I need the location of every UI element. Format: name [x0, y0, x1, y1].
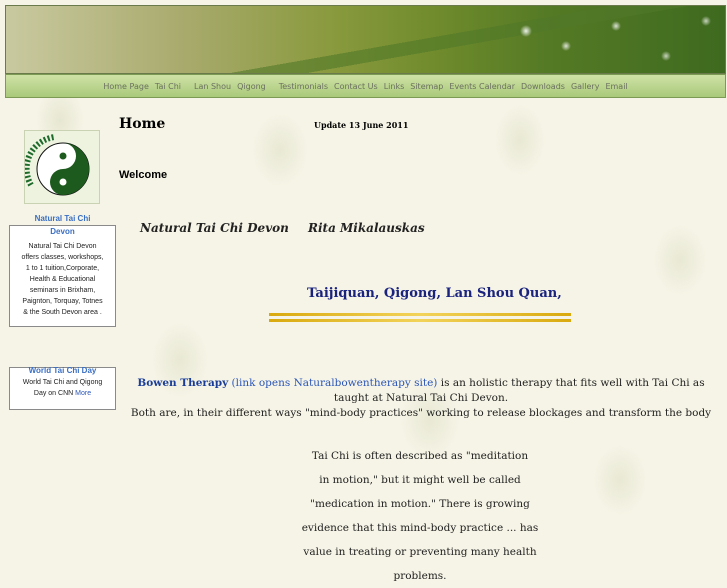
bowen-paragraph: Bowen Therapy (link opens Naturalbowenth… — [137, 377, 705, 404]
bowen-therapy-link[interactable]: Bowen Therapy — [137, 377, 228, 389]
site-logo[interactable] — [23, 130, 100, 204]
nav-home[interactable]: Home Page — [103, 82, 149, 91]
bowen-site-link[interactable]: (link opens Naturalbowentherapy site) — [232, 377, 438, 389]
update-note: Update 13 June 2011 — [314, 120, 409, 130]
nav-contact[interactable]: Contact Us — [334, 82, 378, 91]
nav-gallery[interactable]: Gallery — [571, 82, 600, 91]
world-tai-chi-day-box: World Tai Chi Day World Tai Chi and Qigo… — [9, 364, 116, 410]
ntcd-box-title[interactable]: Natural Tai Chi Devon — [10, 212, 115, 238]
author-name: Rita Mikalauskas — [308, 221, 425, 235]
wtcd-text: World Tai Chi and Qigong Day on CNN More — [22, 379, 103, 397]
nav-events[interactable]: Events Calendar — [449, 82, 515, 91]
wtcd-title[interactable]: World Tai Chi Day — [10, 364, 115, 377]
mind-body-text: Both are, in their different ways "mind-… — [130, 407, 712, 419]
nav-testimonials[interactable]: Testimonials — [279, 82, 328, 91]
nav-downloads[interactable]: Downloads — [521, 82, 565, 91]
gold-divider — [269, 313, 571, 323]
nav-links[interactable]: Links — [384, 82, 405, 91]
page-title: Home — [119, 116, 166, 132]
ntcd-box-text: Natural Tai Chi Devon offers classes, wo… — [21, 243, 104, 316]
disciplines-heading: Taijiquan, Qigong, Lan Shou Quan, — [307, 286, 562, 301]
ntcd-info-box: Natural Tai Chi Devon Natural Tai Chi De… — [9, 214, 116, 327]
nav-lan-shou[interactable]: Lan Shou — [194, 82, 231, 91]
wtcd-more-link[interactable]: More — [75, 390, 91, 397]
nav-sitemap[interactable]: Sitemap — [410, 82, 443, 91]
nav-email[interactable]: Email — [605, 82, 627, 91]
ntcd-heading: Natural Tai Chi Devon — [140, 221, 289, 235]
tai-chi-paragraph: Tai Chi is often described as "meditatio… — [301, 450, 539, 582]
nav-qigong[interactable]: Qigong — [237, 82, 266, 91]
nav-tai-chi[interactable]: Tai Chi — [155, 82, 181, 91]
header-banner — [5, 5, 726, 74]
top-nav: Home Page Tai Chi Lan Shou Qigong Testim… — [5, 74, 726, 98]
welcome-heading: Welcome — [119, 169, 168, 181]
